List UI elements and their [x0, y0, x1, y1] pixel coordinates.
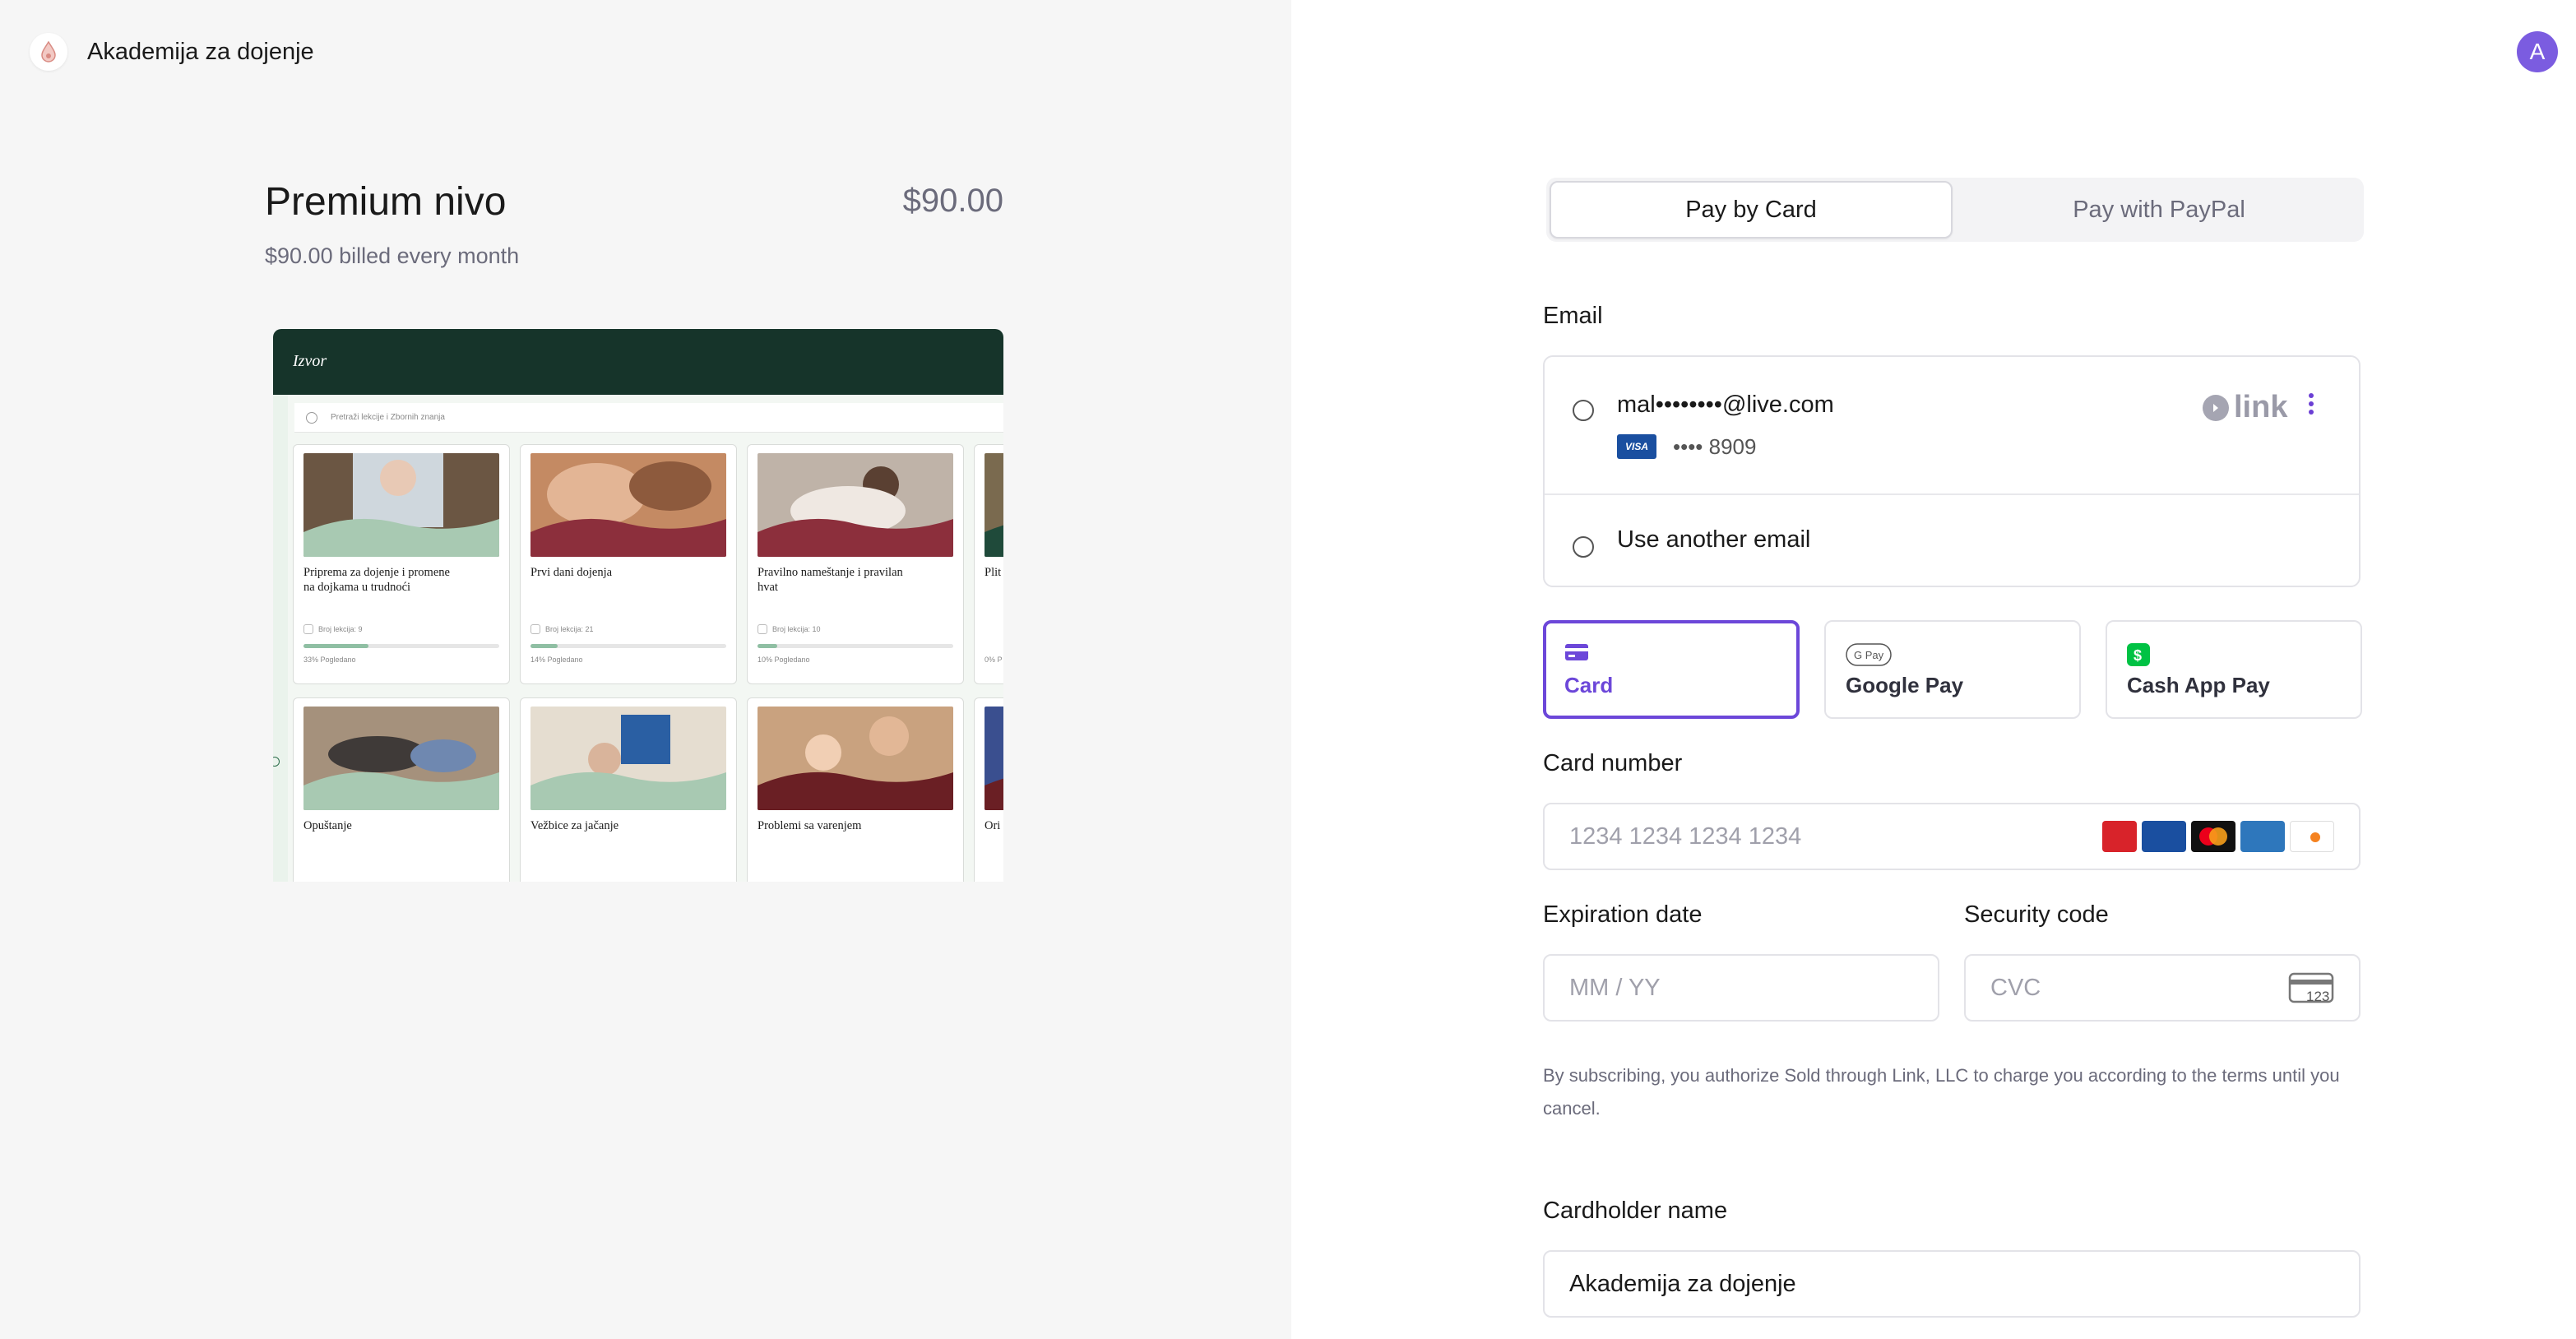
svg-text:G Pay: G Pay [1854, 649, 1884, 661]
method-cash-app-button[interactable]: $ Cash App Pay [2106, 620, 2362, 719]
course-title: Ori kra [985, 819, 1003, 832]
more-options-icon[interactable] [2308, 393, 2314, 418]
discover-icon [2290, 821, 2334, 852]
security-code-input[interactable]: CVC 123 [1964, 954, 2361, 1022]
preview-sidebar [273, 395, 288, 882]
course-title: Opuštanje [303, 819, 352, 832]
cash-app-icon: $ [2127, 643, 2150, 670]
cardholder-name-input[interactable]: Akademija za dojenje [1543, 1250, 2361, 1318]
course-thumbnail [303, 453, 499, 557]
preview-header: Izvor [273, 329, 1003, 395]
course-meta: Broj lekcija: 9 [303, 624, 363, 634]
course-thumbnail [530, 453, 726, 557]
preview-search-placeholder: Pretraži lekcije i Zbornih znanja [331, 413, 445, 422]
credit-card-icon [1564, 643, 1589, 665]
course-meta: Broj lekcija: 21 [530, 624, 594, 634]
method-cash-app-label: Cash App Pay [2127, 673, 2270, 697]
course-card: Problemi sa varenjem [747, 697, 964, 882]
email-options: mal••••••••@live.com VISA •••• 8909 link… [1543, 355, 2361, 587]
course-progress-bar [758, 644, 953, 648]
link-arrow-icon [2203, 394, 2229, 421]
saved-email-radio[interactable] [1573, 400, 1594, 421]
preview-search-bar: Pretraži lekcije i Zbornih znanja [294, 403, 1003, 433]
billing-description: $90.00 billed every month [265, 243, 520, 268]
account-avatar[interactable]: A [2517, 31, 2558, 72]
preview-body: Pretraži lekcije i Zbornih znanja Pripre… [273, 395, 1003, 882]
lesson-icon [758, 624, 767, 634]
course-progress-label: 33% Pogledano [303, 656, 356, 664]
course-thumbnail [303, 707, 499, 810]
svg-text:$: $ [2134, 647, 2142, 664]
course-title: Plit [985, 566, 1002, 579]
course-title: Pravilno nameštanje i pravilan hvat [758, 566, 903, 594]
search-icon [306, 411, 317, 424]
link-logo: link [2203, 390, 2287, 425]
method-google-pay-button[interactable]: G Pay Google Pay [1824, 620, 2081, 719]
product-price: $90.00 [902, 183, 1003, 219]
google-pay-icon: G Pay [1846, 643, 1892, 670]
order-summary-panel: Akademija za dojenje Premium nivo $90.00… [0, 0, 1291, 1339]
saved-email[interactable]: mal••••••••@live.com [1617, 392, 1834, 419]
course-title: Problemi sa varenjem [758, 819, 862, 832]
method-google-pay-label: Google Pay [1846, 673, 1964, 697]
card-brands [2097, 821, 2334, 852]
course-thumbnail [530, 707, 726, 810]
terms-text: By subscribing, you authorize Sold throu… [1543, 1065, 2340, 1119]
course-card: Plit 0% P [974, 444, 1003, 684]
visa-icon: VISA [1617, 434, 1656, 459]
lesson-icon [303, 624, 313, 634]
brand-name: Akademija za dojenje [87, 38, 314, 65]
security-code-label: Security code [1964, 901, 2109, 928]
course-progress-label: 14% Pogledano [530, 656, 583, 664]
brand-logo-icon [30, 33, 67, 71]
expiration-date-input[interactable]: MM / YY [1543, 954, 1939, 1022]
course-progress-label: 10% Pogledano [758, 656, 810, 664]
course-progress-bar [530, 644, 726, 648]
course-card: Priprema za dojenje i promene na dojkama… [293, 444, 510, 684]
course-thumbnail [985, 707, 1003, 810]
link-text: link [2234, 390, 2288, 424]
product-title: Premium nivo [265, 180, 507, 224]
mastercard-icon [2191, 821, 2235, 852]
tab-pay-with-paypal[interactable]: Pay with PayPal [1957, 181, 2361, 239]
course-thumbnail [758, 707, 953, 810]
visa-icon [2142, 821, 2186, 852]
card-number-input[interactable]: 1234 1234 1234 1234 [1543, 803, 2361, 870]
divider [1545, 493, 2359, 495]
course-card: Pravilno nameštanje i pravilan hvat Broj… [747, 444, 964, 684]
saved-card-last4: •••• 8909 [1673, 434, 1757, 459]
email-label: Email [1543, 303, 1603, 329]
tab-pay-by-card[interactable]: Pay by Card [1550, 181, 1953, 239]
unionpay-icon [2102, 821, 2137, 852]
course-card: Vežbice za jačanje [520, 697, 737, 882]
use-another-email[interactable]: Use another email [1617, 526, 1810, 554]
course-title: Priprema za dojenje i promene na dojkama… [303, 566, 450, 594]
course-thumbnail [758, 453, 953, 557]
use-another-email-radio[interactable] [1573, 536, 1594, 558]
cvc-icon: 123 [2288, 972, 2334, 1005]
amex-icon [2240, 821, 2285, 852]
brand[interactable]: Akademija za dojenje [30, 33, 314, 71]
cardholder-name-label: Cardholder name [1543, 1198, 1728, 1224]
course-progress-bar [303, 644, 499, 648]
course-title: Vežbice za jačanje [530, 819, 619, 832]
course-card: Prvi dani dojenja Broj lekcija: 21 14% P… [520, 444, 737, 684]
course-progress-label: 0% P [985, 656, 1003, 664]
checkout-panel: A Pay by Card Pay with PayPal Email mal•… [1291, 0, 2576, 1339]
lesson-icon [530, 624, 540, 634]
method-card-label: Card [1564, 673, 1614, 697]
payment-tabs: Pay by Card Pay with PayPal [1546, 178, 2364, 242]
expiration-date-label: Expiration date [1543, 901, 1703, 928]
card-number-label: Card number [1543, 750, 1683, 776]
course-card: Opuštanje [293, 697, 510, 882]
method-card-button[interactable]: Card [1543, 620, 1800, 719]
course-thumbnail [985, 453, 1003, 557]
course-card: Ori kra [974, 697, 1003, 882]
course-title: Prvi dani dojenja [530, 566, 613, 579]
course-meta: Broj lekcija: 10 [758, 624, 821, 634]
preview-header-title: Izvor [293, 352, 327, 370]
product-preview-image: Izvor Pretraži lekcije i Zbornih znanja … [273, 329, 1003, 882]
